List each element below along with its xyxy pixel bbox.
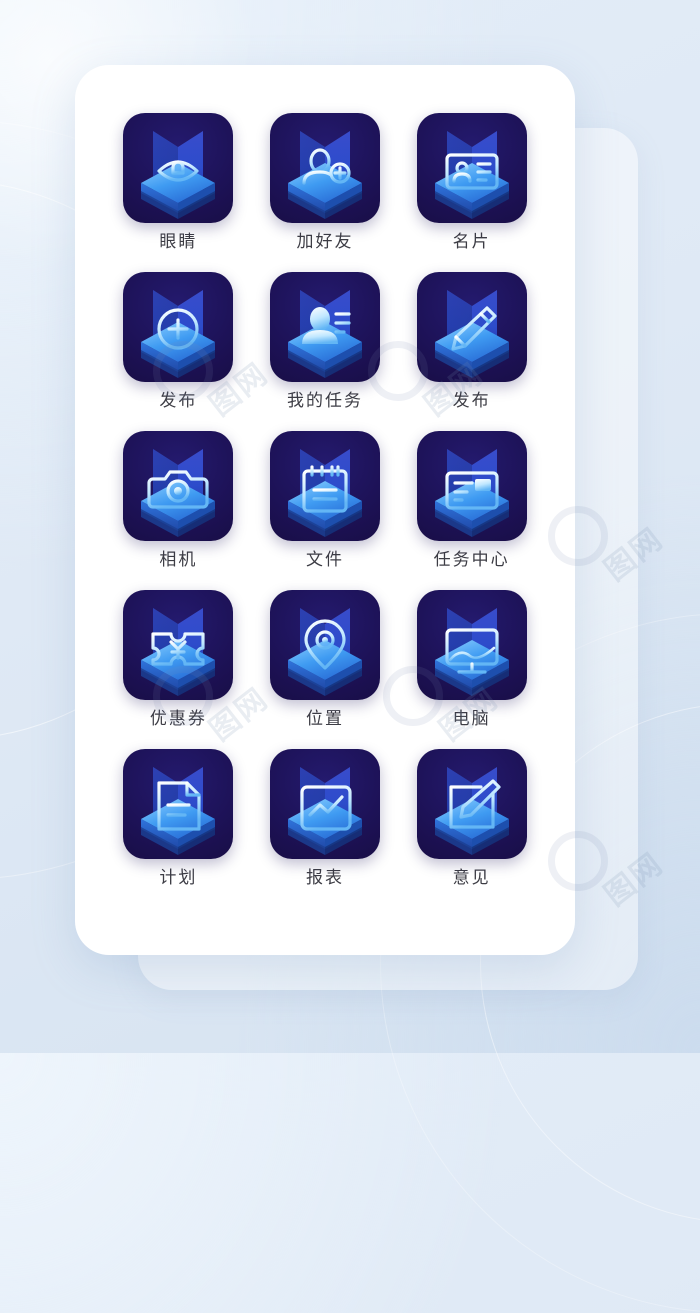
icon-label: 加好友 <box>296 232 354 252</box>
icon-panel-card: 眼睛 加好友 名片 发布 我的任务 发布 相机 文件 任务中心 优惠券 位置 电… <box>75 65 575 955</box>
eye-icon[interactable] <box>123 113 234 223</box>
report-chart-icon[interactable] <box>269 749 380 859</box>
icon-cell-my-tasks[interactable]: 我的任务 <box>255 272 395 410</box>
icon-label: 发布 <box>159 391 198 411</box>
icon-cell-pencil[interactable]: 发布 <box>402 272 542 410</box>
plan-document-icon[interactable] <box>123 749 234 859</box>
icon-cell-location-pin[interactable]: 位置 <box>255 590 395 728</box>
icon-cell-clipboard[interactable]: 文件 <box>255 431 395 569</box>
icon-cell-feedback-edit[interactable]: 意见 <box>402 749 542 887</box>
icon-cell-add-friend[interactable]: 加好友 <box>255 113 395 251</box>
icon-label: 我的任务 <box>286 391 363 411</box>
icon-label: 电脑 <box>452 709 491 729</box>
pencil-icon[interactable] <box>416 272 527 382</box>
icon-label: 优惠券 <box>149 709 207 729</box>
icon-cell-task-center[interactable]: 任务中心 <box>402 431 542 569</box>
icon-label: 任务中心 <box>433 550 510 570</box>
my-tasks-icon[interactable] <box>269 272 380 382</box>
business-card-icon[interactable] <box>416 113 527 223</box>
add-friend-icon[interactable] <box>269 113 380 223</box>
location-pin-icon[interactable] <box>269 590 380 700</box>
icon-label: 位置 <box>305 709 344 729</box>
icon-cell-business-card[interactable]: 名片 <box>402 113 542 251</box>
coupon-icon[interactable] <box>123 590 234 700</box>
icon-label: 眼睛 <box>159 232 198 252</box>
camera-icon[interactable] <box>123 431 234 541</box>
icon-cell-report-chart[interactable]: 报表 <box>255 749 395 887</box>
icon-cell-camera[interactable]: 相机 <box>108 431 248 569</box>
icon-cell-coupon[interactable]: 优惠券 <box>108 590 248 728</box>
computer-monitor-icon[interactable] <box>416 590 527 700</box>
icon-cell-plan-document[interactable]: 计划 <box>108 749 248 887</box>
icon-label: 意见 <box>452 868 491 888</box>
icon-label: 相机 <box>159 550 198 570</box>
icon-cell-eye[interactable]: 眼睛 <box>108 113 248 251</box>
icon-label: 报表 <box>305 868 344 888</box>
feedback-edit-icon[interactable] <box>416 749 527 859</box>
icon-label: 发布 <box>452 391 491 411</box>
icon-label: 文件 <box>305 550 344 570</box>
task-center-icon[interactable] <box>416 431 527 541</box>
icon-label: 计划 <box>159 868 198 888</box>
plus-circle-icon[interactable] <box>123 272 234 382</box>
clipboard-icon[interactable] <box>269 431 380 541</box>
icon-label: 名片 <box>452 232 491 252</box>
icon-cell-plus-circle[interactable]: 发布 <box>108 272 248 410</box>
icon-cell-computer-monitor[interactable]: 电脑 <box>402 590 542 728</box>
icon-grid: 眼睛 加好友 名片 发布 我的任务 发布 相机 文件 任务中心 优惠券 位置 电… <box>105 113 545 887</box>
